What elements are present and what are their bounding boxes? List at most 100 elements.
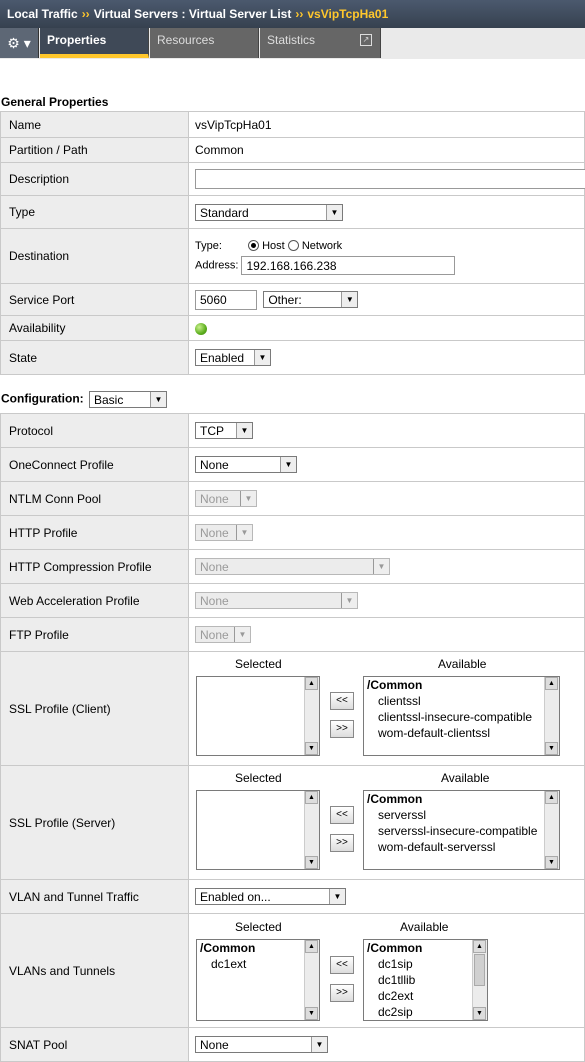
web-acceleration-select-value: None [200,594,229,608]
service-port-select[interactable]: Other: ▼ [263,291,359,308]
ssl-client-selected-header: Selected [235,657,282,671]
list-item[interactable]: dc1sip [364,956,487,972]
ssl-server-selected-list[interactable]: ▲ ▼ [196,790,320,870]
scrollbar[interactable]: ▲ ▼ [472,940,487,1020]
ssl-server-available-list[interactable]: /Common serverssl serverssl-insecure-com… [363,790,560,870]
scroll-thumb[interactable] [474,954,485,986]
http-profile-select[interactable]: None ▼ [195,524,253,541]
destination-label: Destination [0,228,189,284]
list-item[interactable]: serverssl [364,807,559,823]
protocol-select[interactable]: TCP ▼ [195,422,253,439]
availability-label: Availability [0,315,189,341]
vlans-label: VLANs and Tunnels [0,913,189,1028]
list-item[interactable]: dc1tllib [364,972,487,988]
scrollbar[interactable]: ▲ ▼ [304,677,319,755]
vlan-traffic-label: VLAN and Tunnel Traffic [0,879,189,914]
ssl-client-selected-list[interactable]: ▲ ▼ [196,676,320,756]
http-compression-select[interactable]: None ▼ [195,558,390,575]
type-label: Type [0,195,189,229]
chevron-down-icon: ▼ [236,423,252,438]
configuration-mode-select[interactable]: Basic ▼ [89,391,167,408]
ssl-client-move-right-button[interactable]: >> [330,720,354,738]
list-item[interactable]: serverssl-insecure-compatible [364,823,559,839]
ssl-client-label: SSL Profile (Client) [0,651,189,766]
address-input[interactable]: 192.168.166.238 [241,255,456,275]
ntlm-select-value: None [200,492,229,506]
list-item[interactable]: /Common [197,940,319,956]
snat-pool-label: SNAT Pool [0,1027,189,1062]
list-item[interactable]: /Common [364,791,559,807]
ftp-profile-select[interactable]: None ▼ [195,626,251,643]
gear-menu-icon[interactable]: ⚙ ▾ [0,28,39,58]
general-properties-title: General Properties [1,95,109,109]
scrollbar[interactable]: ▲ ▼ [304,791,319,869]
ssl-server-selected-header: Selected [235,771,282,785]
scrollbar[interactable]: ▲ ▼ [544,677,559,755]
oneconnect-select[interactable]: None ▼ [195,456,297,473]
protocol-label: Protocol [0,413,189,448]
snat-pool-select[interactable]: None ▼ [195,1036,328,1053]
breadcrumb-separator: ›› [295,7,304,21]
vlans-move-right-button[interactable]: >> [330,984,354,1002]
list-item[interactable]: /Common [364,940,487,956]
scroll-up-icon[interactable]: ▲ [305,791,318,804]
chevron-down-icon: ▼ [234,627,250,642]
scroll-down-icon[interactable]: ▼ [305,856,318,869]
http-profile-label: HTTP Profile [0,515,189,550]
list-item[interactable]: clientssl-insecure-compatible [364,709,559,725]
chevron-down-icon: ▼ [254,350,270,365]
breadcrumb-local-traffic[interactable]: Local Traffic [7,7,78,21]
description-input[interactable] [195,169,585,189]
list-item[interactable]: wom-default-clientssl [364,725,559,741]
list-item[interactable]: /Common [364,677,559,693]
scroll-down-icon[interactable]: ▼ [545,742,558,755]
type-select[interactable]: Standard ▼ [195,203,343,221]
ssl-client-move-left-button[interactable]: << [330,692,354,710]
dest-type-label: Type: [195,239,222,252]
external-link-icon[interactable]: ↗ [360,34,372,46]
list-item[interactable]: clientssl [364,693,559,709]
ntlm-select[interactable]: None ▼ [195,490,257,507]
list-item[interactable]: dc2ext [364,988,487,1004]
ssl-server-move-right-button[interactable]: >> [330,834,354,852]
host-radio[interactable] [248,240,260,252]
breadcrumb-current: vsVipTcpHa01 [307,7,389,21]
partition-value: Common [188,137,585,163]
list-item[interactable]: wom-default-serverssl [364,839,559,855]
service-port-input[interactable]: 5060 [195,289,257,310]
vlans-selected-list[interactable]: /Common dc1ext ▲ ▼ [196,939,320,1021]
scroll-up-icon[interactable]: ▲ [545,677,558,690]
tab-statistics[interactable]: Statistics ↗ [260,28,381,58]
scroll-down-icon[interactable]: ▼ [305,742,318,755]
breadcrumb-virtual-server-list[interactable]: Virtual Servers : Virtual Server List [94,7,292,21]
scroll-up-icon[interactable]: ▲ [473,940,486,953]
tab-bar: ⚙ ▾ Properties Resources Statistics ↗ [0,28,585,59]
network-radio[interactable] [287,240,299,252]
scroll-up-icon[interactable]: ▲ [305,677,318,690]
tab-properties[interactable]: Properties [40,28,149,58]
host-radio-label: Host [262,239,285,252]
state-select-value: Enabled [200,351,245,365]
vlans-move-left-button[interactable]: << [330,956,354,974]
service-port-select-value: Other: [268,293,302,307]
chevron-down-icon: ▼ [326,204,342,220]
web-acceleration-select[interactable]: None ▼ [195,592,358,609]
scroll-down-icon[interactable]: ▼ [305,1007,318,1020]
chevron-down-icon: ▼ [373,559,389,574]
scrollbar[interactable]: ▲ ▼ [544,791,559,869]
state-select[interactable]: Enabled ▼ [195,349,271,366]
scroll-up-icon[interactable]: ▲ [545,791,558,804]
vlans-available-list[interactable]: /Common dc1sip dc1tllib dc2ext dc2sip ▲ ▼ [363,939,488,1021]
scroll-down-icon[interactable]: ▼ [473,1007,486,1020]
ssl-client-available-list[interactable]: /Common clientssl clientssl-insecure-com… [363,676,560,756]
vlan-traffic-select[interactable]: Enabled on... ▼ [195,888,346,905]
tab-resources[interactable]: Resources [150,28,259,58]
ssl-server-move-left-button[interactable]: << [330,806,354,824]
name-label: Name [0,111,189,138]
scroll-down-icon[interactable]: ▼ [545,856,558,869]
list-item[interactable]: dc2sip [364,1004,487,1020]
http-compression-label: HTTP Compression Profile [0,549,189,584]
scrollbar[interactable]: ▲ ▼ [304,940,319,1020]
list-item[interactable]: dc1ext [197,956,319,972]
scroll-up-icon[interactable]: ▲ [305,940,318,953]
